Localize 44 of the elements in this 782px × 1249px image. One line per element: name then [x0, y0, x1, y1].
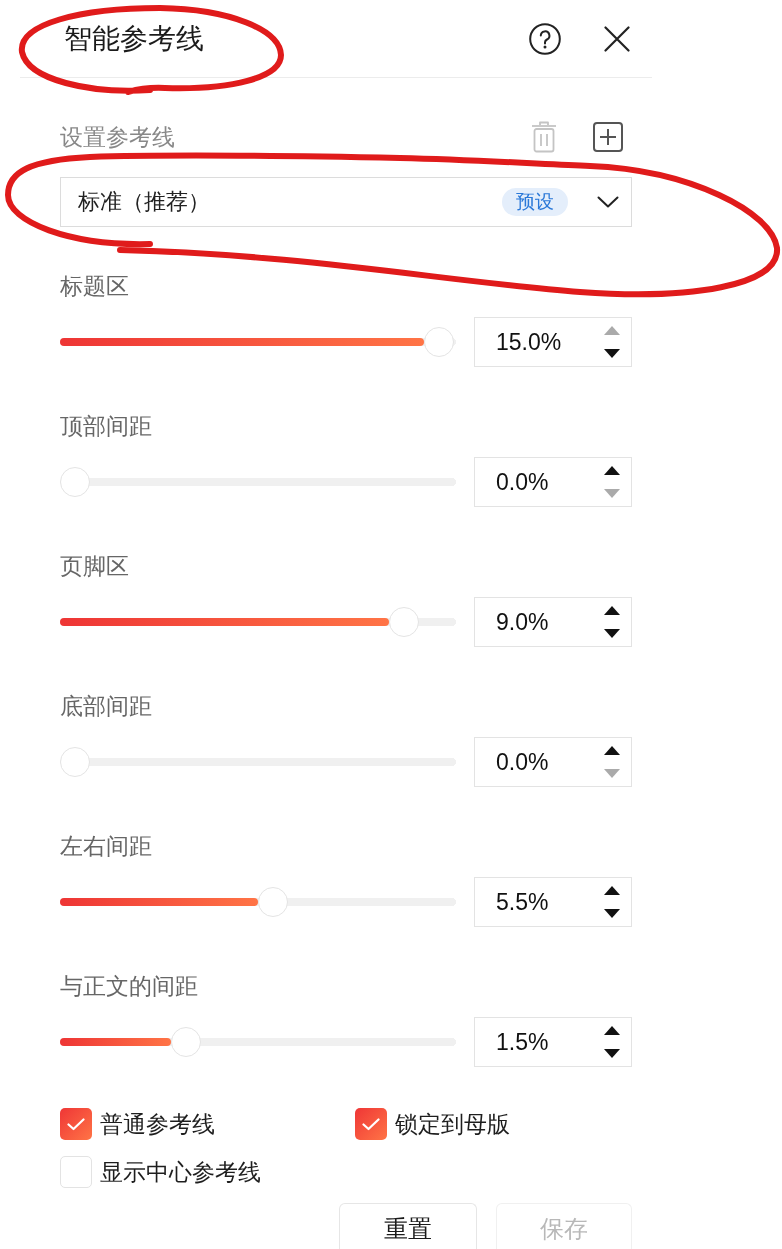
slider-thumb[interactable]: [388, 607, 419, 637]
slider-label: 标题区: [60, 272, 129, 301]
triangle-down-icon[interactable]: [604, 349, 620, 358]
number-field[interactable]: 0.0%: [474, 457, 632, 507]
triangle-down-icon[interactable]: [604, 629, 620, 638]
slider-label: 与正文的间距: [60, 972, 198, 1001]
number-field[interactable]: 1.5%: [474, 1017, 632, 1067]
triangle-up-icon[interactable]: [604, 466, 620, 475]
number-field[interactable]: 9.0%: [474, 597, 632, 647]
triangle-down-icon[interactable]: [604, 1049, 620, 1058]
checkmark-icon: [362, 1117, 380, 1131]
chevron-down-icon: [597, 196, 619, 208]
preset-dropdown[interactable]: 标准（推荐） 预设: [60, 177, 632, 227]
slider-label: 底部间距: [60, 692, 152, 721]
slider-label: 页脚区: [60, 552, 129, 581]
triangle-up-icon[interactable]: [604, 746, 620, 755]
section-label: 设置参考线: [60, 123, 175, 152]
checkbox-label[interactable]: 显示中心参考线: [100, 1157, 261, 1187]
slider-thumb[interactable]: [60, 467, 90, 497]
checkbox-label[interactable]: 普通参考线: [100, 1109, 215, 1139]
triangle-up-icon[interactable]: [604, 886, 620, 895]
checkmark-icon: [67, 1117, 85, 1131]
number-field[interactable]: 15.0%: [474, 317, 632, 367]
preset-badge: 预设: [502, 188, 568, 216]
triangle-up-icon[interactable]: [604, 606, 620, 615]
help-icon[interactable]: [529, 22, 561, 55]
checkbox[interactable]: [60, 1108, 92, 1140]
checkbox-label[interactable]: 锁定到母版: [395, 1109, 510, 1139]
slider-thumb[interactable]: [170, 1027, 201, 1057]
checkbox[interactable]: [60, 1156, 92, 1188]
number-field[interactable]: 0.0%: [474, 737, 632, 787]
checkbox[interactable]: [355, 1108, 387, 1140]
slider-thumb[interactable]: [60, 747, 90, 777]
slider-thumb[interactable]: [258, 887, 288, 917]
close-icon[interactable]: [604, 25, 630, 52]
plus-icon[interactable]: [593, 122, 623, 152]
number-field[interactable]: 5.5%: [474, 877, 632, 927]
slider-thumb[interactable]: [424, 327, 455, 357]
reset-button[interactable]: 重置: [339, 1203, 477, 1249]
triangle-down-icon[interactable]: [604, 909, 620, 918]
slider-label: 左右间距: [60, 832, 152, 861]
slider-label: 顶部间距: [60, 412, 152, 441]
triangle-up-icon[interactable]: [604, 1026, 620, 1035]
panel-title: 智能参考线: [64, 21, 204, 56]
